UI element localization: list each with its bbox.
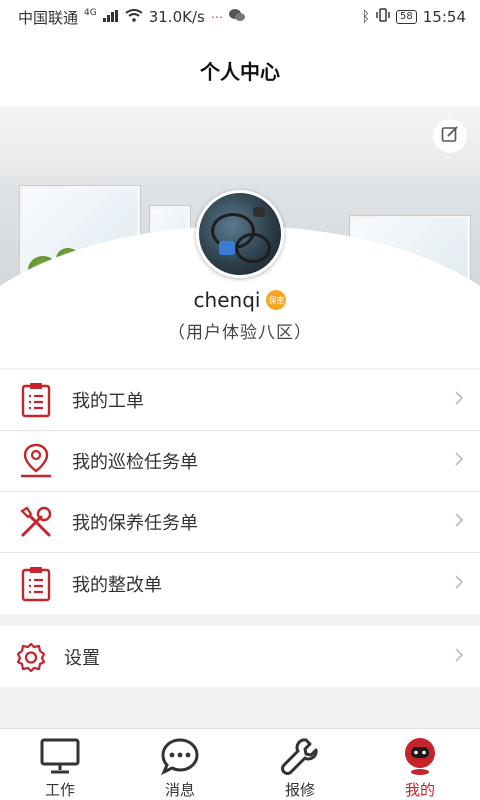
user-area: （用户体验八区） (168, 323, 312, 343)
tab-label: 消息 (164, 781, 195, 799)
wifi-icon (125, 8, 143, 26)
menu-item-rectification-orders[interactable]: 我的整改单 (0, 553, 480, 614)
avatar-device (219, 241, 235, 255)
menu-item-label: 我的巡检任务单 (72, 452, 198, 473)
vibrate-icon (376, 8, 390, 26)
menu-item-inspection-tasks[interactable]: 我的巡检任务单 (0, 431, 480, 492)
menu-item-label: 我的整改单 (72, 574, 162, 596)
chevron-right-icon (454, 647, 464, 667)
carrier-label: 中国联通 (18, 8, 79, 27)
avatar[interactable] (196, 190, 284, 278)
menu-item-maintenance-tasks[interactable]: 我的保养任务单 (0, 492, 480, 553)
chat-bubble-icon (160, 735, 200, 777)
tab-label: 我的 (404, 781, 435, 799)
page-title: 个人中心 (200, 59, 280, 84)
menu-list: 我的工单 我的巡检任务单 我的保养任务单 我的整改单 (0, 370, 480, 614)
signal-icon (102, 8, 119, 26)
chevron-right-icon (454, 574, 464, 594)
chevron-right-icon (454, 512, 464, 532)
tab-repair[interactable]: 报修 (240, 729, 360, 800)
tab-mine[interactable]: 我的 (360, 729, 480, 800)
menu-item-label: 我的保养任务单 (72, 513, 198, 534)
clipboard-list-icon (18, 382, 54, 418)
clock: 15:54 (422, 8, 466, 26)
tab-label: 报修 (284, 781, 315, 799)
tab-work[interactable]: 工作 (0, 729, 120, 800)
profile-info: chenqi 保密 （用户体验八区） (0, 288, 480, 343)
location-pin-icon (18, 443, 54, 479)
monitor-icon (39, 735, 81, 777)
network-speed: 31.0K/s (148, 8, 205, 26)
tab-messages[interactable]: 消息 (120, 729, 240, 800)
edit-profile-button[interactable] (433, 119, 467, 153)
app-notification-icon: ⋯ (210, 10, 223, 24)
privacy-badge: 保密 (266, 290, 287, 310)
tools-icon (18, 504, 54, 540)
settings-label: 设置 (64, 647, 100, 669)
robot-icon (400, 735, 440, 777)
menu-item-label: 我的工单 (72, 391, 144, 412)
avatar-device (253, 207, 265, 217)
menu-item-work-orders[interactable]: 我的工单 (0, 370, 480, 431)
battery-icon: 58 (396, 10, 417, 24)
edit-icon (441, 125, 459, 147)
network-label: 4G (84, 8, 97, 18)
bluetooth-icon: ᛒ (361, 9, 371, 25)
chevron-right-icon (454, 451, 464, 471)
status-bar: 中国联通 4G 31.0K/s ⋯ ᛒ 58 15:54 (0, 0, 480, 34)
gear-icon (14, 639, 48, 675)
page-header: 个人中心 (0, 34, 480, 106)
banner-ceiling (0, 106, 480, 176)
chevron-right-icon (454, 390, 464, 410)
clipboard-list-icon (18, 566, 54, 602)
avatar-cable (235, 233, 271, 263)
wechat-icon (228, 8, 245, 26)
username: chenqi (193, 288, 261, 312)
settings-item[interactable]: 设置 (0, 626, 480, 687)
wrench-icon (280, 735, 320, 777)
bottom-tab-bar: 工作 消息 报修 我的 (0, 728, 480, 800)
tab-label: 工作 (44, 781, 75, 799)
